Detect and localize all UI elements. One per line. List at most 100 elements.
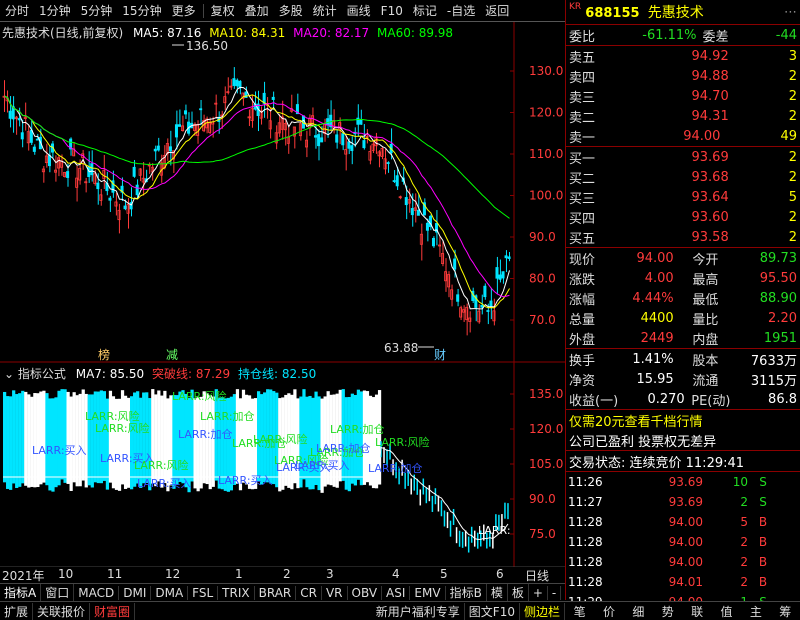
status-item-0[interactable]: 扩展	[0, 602, 34, 620]
toolbar-btn-8[interactable]: 统计	[308, 0, 342, 22]
ma60-label: MA60: 89.98	[377, 26, 454, 40]
y-tick-label: 110.0	[529, 147, 563, 161]
indicator-bar	[84, 393, 88, 488]
status-item-4[interactable]: 图文F10	[465, 602, 520, 620]
indicator-tab-6[interactable]: TRIX	[218, 585, 255, 600]
stat-label: 总量	[569, 312, 596, 328]
sell-label: 卖三	[569, 90, 596, 106]
larr-annotation: LARR:买入	[137, 477, 192, 490]
candle-body	[404, 197, 408, 206]
right-tab-0[interactable]: 笔	[574, 603, 586, 620]
promo-text[interactable]: 仅需20元查看千档行情	[569, 411, 703, 430]
indicator-bar	[93, 391, 97, 483]
indicator-name[interactable]: 指标公式	[18, 367, 66, 381]
indicator-bar	[87, 394, 91, 486]
toolbar-btn-11[interactable]: 标记	[408, 0, 442, 22]
right-tab-6[interactable]: 主	[750, 603, 762, 620]
candle-body	[20, 132, 24, 140]
tick-time: 11:26	[568, 475, 603, 489]
indicator-tab-11[interactable]: ASI	[382, 585, 411, 600]
sell-label: 卖一	[569, 130, 596, 146]
toolbar-btn-12[interactable]: -自选	[442, 0, 480, 22]
indicator-tab-10[interactable]: OBV	[348, 585, 383, 600]
stat2-label: 净资	[569, 373, 596, 389]
right-tab-3[interactable]: 势	[662, 603, 674, 620]
tick-price: 93.69	[668, 495, 703, 509]
weicha-value: -44	[775, 27, 797, 43]
indicator-tab-15[interactable]: 板	[508, 584, 529, 601]
status-item-1[interactable]: 关联报价	[33, 602, 91, 620]
hold-line-label: 持仓线: 82.50	[238, 367, 317, 381]
toolbar-btn-1[interactable]: 1分钟	[34, 0, 76, 22]
header-line-icon[interactable]: ⋯	[784, 5, 797, 20]
x-axis-label: 3	[326, 567, 334, 581]
indicator-bar	[99, 390, 103, 484]
tick-row: 11:28 94.01 2 B	[566, 572, 800, 592]
candle-body	[501, 271, 505, 279]
indicator-tab-0[interactable]: 指标A	[0, 584, 42, 601]
indicator-tab-5[interactable]: FSL	[188, 585, 219, 600]
candle-body	[8, 110, 12, 119]
high-price-label: 136.50	[186, 39, 228, 53]
status-item-5[interactable]: 侧边栏	[520, 602, 565, 620]
buy-vol: 2	[788, 229, 797, 245]
indicator-tab-8[interactable]: CR	[296, 585, 322, 600]
toolbar-btn-4[interactable]: 更多	[167, 0, 201, 22]
indicator-tab-4[interactable]: DMA	[151, 585, 189, 600]
indicator-bar	[54, 397, 58, 488]
larr-annotation: LARR:加仓	[200, 409, 255, 423]
indicator-tab-16[interactable]: +	[529, 585, 548, 600]
tick-vol: 2	[740, 555, 748, 569]
stat2-value: 0.270	[647, 391, 685, 407]
toolbar-btn-10[interactable]: F10	[376, 0, 408, 22]
tick-price: 94.00	[668, 535, 703, 549]
candlestick-chart[interactable]: 130.0 120.0 110.0 100.0 90.0 80.0 70.0 135.0 120…	[0, 22, 565, 567]
tick-time: 11:28	[568, 555, 603, 569]
indicator-tab-13[interactable]: 指标B	[446, 584, 487, 601]
tick-time: 11:28	[568, 515, 603, 529]
toolbar-btn-5[interactable]: 复权	[206, 0, 240, 22]
right-tab-7[interactable]: 筹	[779, 603, 791, 620]
status-item-3[interactable]: 新用户福利专享	[372, 602, 465, 620]
promo-row[interactable]: 仅需20元查看千档行情	[566, 410, 800, 430]
candle-body	[314, 135, 318, 138]
toolbar-btn-2[interactable]: 5分钟	[76, 0, 118, 22]
candle-body	[108, 197, 112, 201]
sell-vol: 2	[788, 68, 797, 84]
toolbar-btn-7[interactable]: 多股	[274, 0, 308, 22]
status-item-2[interactable]: 财富圈	[90, 602, 136, 620]
toolbar-btn-6[interactable]: 叠加	[240, 0, 274, 22]
period-label[interactable]: 日线	[525, 567, 549, 584]
tick-vol: 2	[740, 495, 748, 509]
indicator-dropdown-icon[interactable]: ⌄	[4, 367, 14, 381]
indicator-tab-7[interactable]: BRAR	[255, 585, 297, 600]
toolbar-btn-13[interactable]: 返回	[480, 0, 514, 22]
stat2-row: 净资 15.95 流通 3115万	[566, 369, 800, 389]
toolbar-btn-9[interactable]: 画线	[342, 0, 376, 22]
candle-body	[453, 258, 457, 270]
y-tick-label: 100.0	[529, 189, 563, 203]
sell-vol: 2	[788, 108, 797, 124]
right-tab-5[interactable]: 值	[721, 603, 733, 620]
toolbar-btn-0[interactable]: 分时	[0, 0, 34, 22]
right-tab-4[interactable]: 联	[691, 603, 703, 620]
indicator-tab-1[interactable]: 窗口	[41, 584, 75, 601]
indicator-bar	[12, 390, 16, 484]
indicator-tab-12[interactable]: EMV	[410, 585, 446, 600]
indicator-tab-17[interactable]: -	[548, 585, 562, 600]
right-tab-2[interactable]: 细	[632, 603, 644, 620]
right-tab-1[interactable]: 价	[603, 603, 615, 620]
indicator-tab-2[interactable]: MACD	[74, 585, 120, 600]
stat-value: 1951	[763, 330, 797, 346]
larr-annotation: LARR:加仓	[368, 461, 423, 475]
indicator-tab-9[interactable]: VR	[322, 585, 348, 600]
indicator-tab-14[interactable]: 模	[487, 584, 508, 601]
sell-vol: 2	[788, 88, 797, 104]
candle-body	[498, 274, 502, 280]
sell-label: 卖四	[569, 70, 596, 86]
candle-body	[410, 208, 414, 216]
indicator-tab-3[interactable]: DMI	[119, 585, 152, 600]
indicator-bar	[36, 393, 40, 488]
toolbar-btn-3[interactable]: 15分钟	[117, 0, 166, 22]
candle-body	[504, 255, 508, 259]
